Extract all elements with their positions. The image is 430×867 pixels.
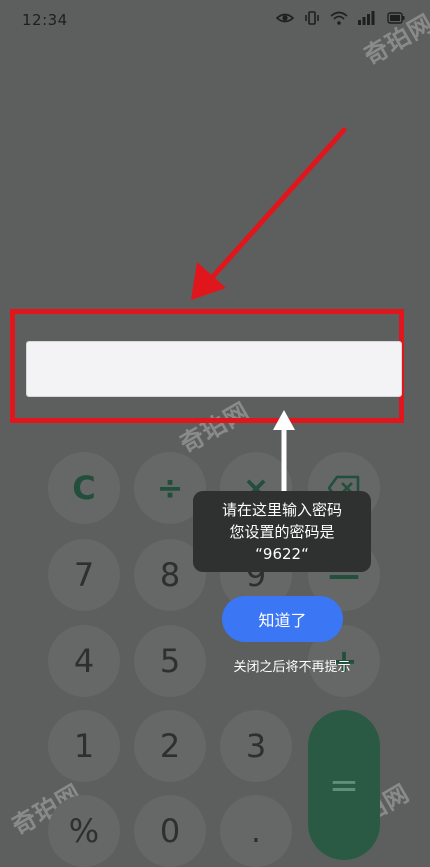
red-arrow-shaft [205,127,347,285]
annotation-arrows [191,127,347,492]
tooltip-line-2: 您设置的密码是 [229,522,335,541]
white-arrow-head [273,410,295,430]
tooltip-line-1: 请在这里输入密码 [221,500,342,519]
tooltip-line-3: “9622“ [255,544,309,563]
got-it-button[interactable]: 知道了 [222,596,343,642]
no-remind-text: 关闭之后将不再提示 [233,660,351,675]
password-hint-tooltip: 请在这里输入密码 您设置的密码是 “9622“ [193,491,371,572]
